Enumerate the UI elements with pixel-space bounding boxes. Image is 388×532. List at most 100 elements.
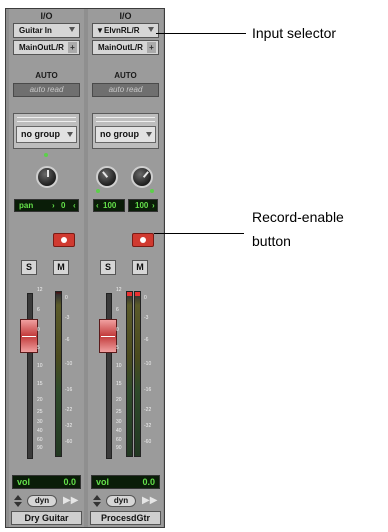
scale-tick: 90 <box>37 445 43 451</box>
volume-value: 0.0 <box>63 477 76 487</box>
group-section: no group <box>13 113 80 149</box>
scale-tick: 10 <box>37 363 43 369</box>
volume-value: 0.0 <box>142 477 155 487</box>
meter-tick: -16 <box>144 387 152 393</box>
track-name[interactable]: ProcesdGtr <box>90 511 161 525</box>
pan-display[interactable]: pan › 0 ‹ <box>14 199 79 212</box>
callout-input-selector: Input selector <box>252 25 337 41</box>
pan-left-value: 100 <box>103 201 117 210</box>
plus-icon[interactable]: + <box>68 42 77 53</box>
dyn-button[interactable]: dyn <box>27 495 57 507</box>
callout-record-enable: Record-enable <box>252 209 344 225</box>
callout-line-record-enable <box>154 233 244 234</box>
io-label: I/O <box>119 11 132 21</box>
meter-tick: -6 <box>144 337 149 343</box>
meter-tick: -6 <box>65 337 70 343</box>
chevron-down-icon <box>69 27 75 32</box>
volume-fader[interactable] <box>20 319 38 353</box>
meter-tick: -10 <box>65 361 73 367</box>
volume-display[interactable]: vol 0.0 <box>12 475 81 489</box>
volume-fader[interactable] <box>99 319 117 353</box>
group-selector[interactable]: no group <box>16 126 77 143</box>
meter-scale: 0 -3 -6 -10 -16 -22 -32 -60 <box>144 287 158 459</box>
shield-icon: ▼ <box>96 26 104 35</box>
scale-tick: 30 <box>116 419 122 425</box>
fader-track[interactable] <box>106 293 112 459</box>
scale-tick: 5 <box>37 345 40 351</box>
output-selector[interactable]: MainOutL/R + <box>92 40 159 55</box>
automation-mode-selector[interactable]: auto read <box>92 83 159 97</box>
scale-tick: 40 <box>37 428 43 434</box>
scale-tick: 5 <box>116 345 119 351</box>
group-selector-label: no group <box>100 129 139 139</box>
automation-mode-selector[interactable]: auto read <box>13 83 80 97</box>
scale-tick: 15 <box>37 381 43 387</box>
divider <box>96 117 155 122</box>
plus-icon[interactable]: + <box>147 42 156 53</box>
record-enable-button[interactable] <box>53 233 75 247</box>
mute-button[interactable]: M <box>53 260 69 275</box>
pan-knob-right[interactable] <box>131 166 153 188</box>
callout-line-input-selector <box>156 33 246 34</box>
group-selector-label: no group <box>21 129 60 139</box>
fader-track[interactable] <box>27 293 33 459</box>
scale-tick: 25 <box>116 409 122 415</box>
pan-arrow-left-icon: › <box>52 201 55 210</box>
pan-display-right[interactable]: 100 › <box>128 199 158 212</box>
scale-tick: 60 <box>116 437 122 443</box>
divider <box>17 117 76 122</box>
input-selector-label: ElvnRL/R <box>104 26 140 35</box>
group-section: no group <box>92 113 159 149</box>
dyn-button[interactable]: dyn <box>106 495 136 507</box>
scale-tick: 30 <box>37 419 43 425</box>
meter-tick: -22 <box>65 407 73 413</box>
scale-tick: 60 <box>37 437 43 443</box>
scale-tick: 20 <box>37 397 43 403</box>
pan-arrow-right-icon: › <box>152 201 155 210</box>
fast-forward-icon[interactable]: ▶▶ <box>63 496 78 506</box>
scale-tick: 40 <box>116 428 122 434</box>
input-selector[interactable]: Guitar In <box>13 23 80 38</box>
fader-section: 12 6 0 5 10 15 20 25 30 40 60 90 0 -3 -6… <box>92 287 159 467</box>
record-enable-button[interactable] <box>132 233 154 247</box>
bottom-controls: dyn ▶▶ <box>11 494 82 508</box>
solo-button[interactable]: S <box>100 260 116 275</box>
volume-label: vol <box>17 477 31 487</box>
chevron-down-icon <box>148 27 154 32</box>
scale-tick: 15 <box>116 381 122 387</box>
pan-display-left[interactable]: ‹ 100 <box>93 199 125 212</box>
output-selector-label: MainOutL/R <box>98 43 143 52</box>
input-selector[interactable]: ▼ ElvnRL/R <box>92 23 159 38</box>
pan-indicator-dot <box>96 189 100 193</box>
pan-indicator-dot <box>44 153 48 157</box>
meter-tick: -60 <box>144 439 152 445</box>
up-down-arrows-icon[interactable] <box>14 494 22 508</box>
level-meter <box>55 291 62 457</box>
scale-tick: 20 <box>116 397 122 403</box>
pan-indicator-dot <box>150 189 154 193</box>
scale-tick: 90 <box>116 445 122 451</box>
track-name[interactable]: Dry Guitar <box>11 511 82 525</box>
level-meter-left <box>126 291 133 457</box>
scale-tick: 10 <box>116 363 122 369</box>
up-down-arrows-icon[interactable] <box>93 494 101 508</box>
pan-knob-left[interactable] <box>96 166 118 188</box>
mute-button[interactable]: M <box>132 260 148 275</box>
pan-knob[interactable] <box>36 166 58 188</box>
scale-tick: 0 <box>116 327 119 333</box>
group-selector[interactable]: no group <box>95 126 156 143</box>
meter-tick: -3 <box>144 315 149 321</box>
level-meter-right <box>134 291 141 457</box>
output-selector-label: MainOutL/R <box>19 43 64 52</box>
callout-record-enable-line2: button <box>252 233 291 249</box>
volume-display[interactable]: vol 0.0 <box>91 475 160 489</box>
fader-scale: 12 6 0 5 10 15 20 25 30 40 60 90 <box>37 287 49 459</box>
fast-forward-icon[interactable]: ▶▶ <box>142 496 157 506</box>
io-label: I/O <box>40 11 53 21</box>
solo-button[interactable]: S <box>21 260 37 275</box>
meter-tick: 0 <box>65 295 68 301</box>
meter-tick: -32 <box>65 423 73 429</box>
output-selector[interactable]: MainOutL/R + <box>13 40 80 55</box>
chevron-down-icon <box>67 132 73 137</box>
scale-tick: 6 <box>116 307 119 313</box>
